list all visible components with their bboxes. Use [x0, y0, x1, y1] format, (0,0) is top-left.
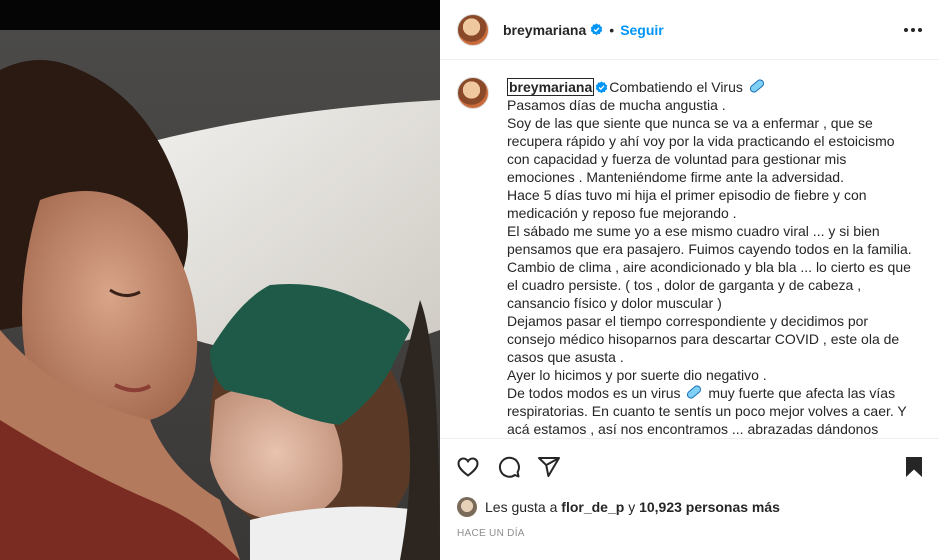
- bookmark-icon[interactable]: [902, 455, 926, 479]
- post-actions: [440, 451, 939, 483]
- pill-emoji: [748, 77, 766, 95]
- more-options-icon[interactable]: [904, 22, 922, 38]
- caption-line: acá estamos , así nos encontramos ... ab…: [507, 421, 879, 437]
- heart-icon[interactable]: [456, 455, 480, 479]
- post-header: breymariana • Seguir: [440, 0, 939, 60]
- pill-emoji: [685, 383, 704, 401]
- caption-author-avatar[interactable]: [457, 77, 489, 109]
- caption-line: Soy de las que siente que nunca se va a …: [507, 115, 873, 131]
- caption-line: De todos modos es un virus muy fuerte qu…: [507, 383, 927, 402]
- caption-line: con capacidad y fuerza de voluntad para …: [507, 151, 847, 167]
- liker-username[interactable]: flor_de_p: [561, 499, 624, 515]
- verified-badge-icon: [591, 23, 603, 36]
- post-photo[interactable]: [0, 0, 440, 560]
- caption-line: casos que asusta .: [507, 349, 624, 365]
- likes-prefix: Les gusta a: [485, 499, 558, 515]
- share-icon[interactable]: [537, 455, 561, 479]
- verified-badge-icon: [596, 81, 608, 94]
- author-username[interactable]: breymariana: [503, 22, 586, 38]
- caption-line: Dejamos pasar el tiempo correspondiente …: [507, 313, 869, 329]
- post-side-panel: breymariana • Seguir breymariana Combatie…: [440, 0, 939, 560]
- caption-username[interactable]: breymariana: [507, 78, 595, 96]
- caption-scroll-area[interactable]: breymariana Combatiendo el Virus Pasamos …: [440, 61, 939, 439]
- liker-avatar[interactable]: [457, 497, 477, 517]
- caption-line: recupera rápido y ahí voy por la vida pr…: [507, 133, 895, 149]
- caption-line: el cuadro persiste. ( tos , dolor de gar…: [507, 277, 862, 293]
- caption-line: breymariana Combatiendo el Virus: [507, 77, 927, 96]
- post-photo-image: [0, 0, 440, 560]
- post-timestamp[interactable]: HACE UN DÍA: [457, 528, 525, 539]
- likes-summary: Les gusta a flor_de_p y 10,923 personas …: [457, 497, 780, 517]
- caption-title: Combatiendo el Virus: [609, 79, 743, 95]
- likes-connector: y: [628, 499, 636, 515]
- caption-line: Cambio de clima , aire acondicionado y b…: [507, 259, 911, 275]
- caption-line: pensamos que era pasajero. Fuimos cayend…: [507, 241, 912, 257]
- caption-line: Ayer lo hicimos y por suerte dio negativ…: [507, 367, 767, 383]
- caption-line: Hace 5 días tuvo mi hija el primer episo…: [507, 187, 867, 203]
- caption-line: medicación y reposo fue mejorando .: [507, 205, 737, 221]
- caption-text: muy fuerte que afecta las vías: [708, 385, 896, 401]
- caption-line: El sábado me sume yo a ese mismo cuadro …: [507, 223, 880, 239]
- caption-line: consejo médico hisoparnos para descartar…: [507, 331, 900, 347]
- caption-line: respiratorias. En cuanto te sentís un po…: [507, 403, 907, 419]
- caption-line: cansancio físico y dolor muscular ): [507, 295, 722, 311]
- caption-line: emociones . Manteniéndome firme ante la …: [507, 169, 844, 185]
- comment-icon[interactable]: [497, 455, 521, 479]
- header-separator: •: [609, 21, 615, 38]
- caption-line: Pasamos días de mucha angustia .: [507, 97, 726, 113]
- author-avatar[interactable]: [457, 13, 489, 46]
- follow-button[interactable]: Seguir: [620, 22, 664, 38]
- caption-text: De todos modos es un virus: [507, 385, 681, 401]
- post-caption: breymariana Combatiendo el Virus Pasamos …: [507, 77, 927, 438]
- likes-count-link[interactable]: 10,923 personas más: [639, 499, 780, 515]
